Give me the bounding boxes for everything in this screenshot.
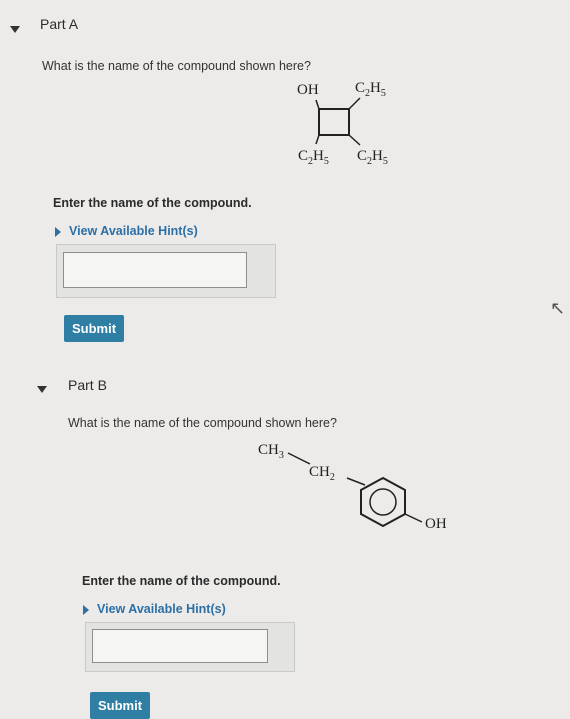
part-b-collapse-icon[interactable] [37, 386, 47, 393]
part-a-oh-label: OH [297, 82, 319, 98]
part-b-hint-link[interactable]: View Available Hint(s) [83, 602, 226, 616]
part-a-title: Part A [40, 16, 79, 32]
part-a-c2h5-bottom-left: C2H5 [298, 148, 329, 167]
part-b-oh-label: OH [425, 516, 447, 532]
part-b-question: What is the name of the compound shown h… [68, 416, 337, 430]
part-a-c2h5-top: C2H5 [355, 80, 386, 99]
bond-ch2-ring [346, 477, 366, 486]
part-a-hint-link[interactable]: View Available Hint(s) [55, 224, 198, 238]
part-b-answer-container [85, 622, 295, 672]
part-a-question: What is the name of the compound shown h… [42, 59, 311, 73]
part-a-answer-container [56, 244, 276, 298]
benzene-aromatic-circle [369, 488, 397, 516]
part-a-c2h5-bottom-right: C2H5 [357, 148, 388, 167]
part-a-prompt: Enter the name of the compound. [53, 196, 252, 210]
part-b-title: Part B [68, 377, 107, 393]
bond-c2h5-bottom-left [315, 134, 320, 145]
cursor-icon: ↖ [550, 298, 566, 318]
expand-triangle-icon [55, 226, 61, 237]
cyclobutane-ring [318, 108, 350, 136]
part-a-submit-button[interactable]: Submit [64, 315, 124, 342]
part-b-answer-input[interactable] [92, 629, 268, 663]
bond-ring-oh [404, 513, 423, 523]
part-b-hint-label: View Available Hint(s) [97, 602, 226, 616]
bond-c2h5-bottom-right [348, 134, 361, 146]
benzene-ring [360, 476, 406, 528]
bond-ch3-ch2 [287, 452, 311, 465]
bond-c2h5-top [348, 97, 361, 110]
part-b-prompt: Enter the name of the compound. [82, 574, 281, 588]
part-b-ch2-label: CH2 [309, 464, 335, 483]
part-a-hint-label: View Available Hint(s) [69, 224, 198, 238]
bond-oh [315, 99, 320, 110]
part-a-collapse-icon[interactable] [10, 26, 20, 33]
part-a-answer-input[interactable] [63, 252, 247, 288]
part-b-submit-button[interactable]: Submit [90, 692, 150, 719]
part-b-ch3-label: CH3 [258, 442, 284, 461]
expand-triangle-icon [83, 604, 89, 615]
